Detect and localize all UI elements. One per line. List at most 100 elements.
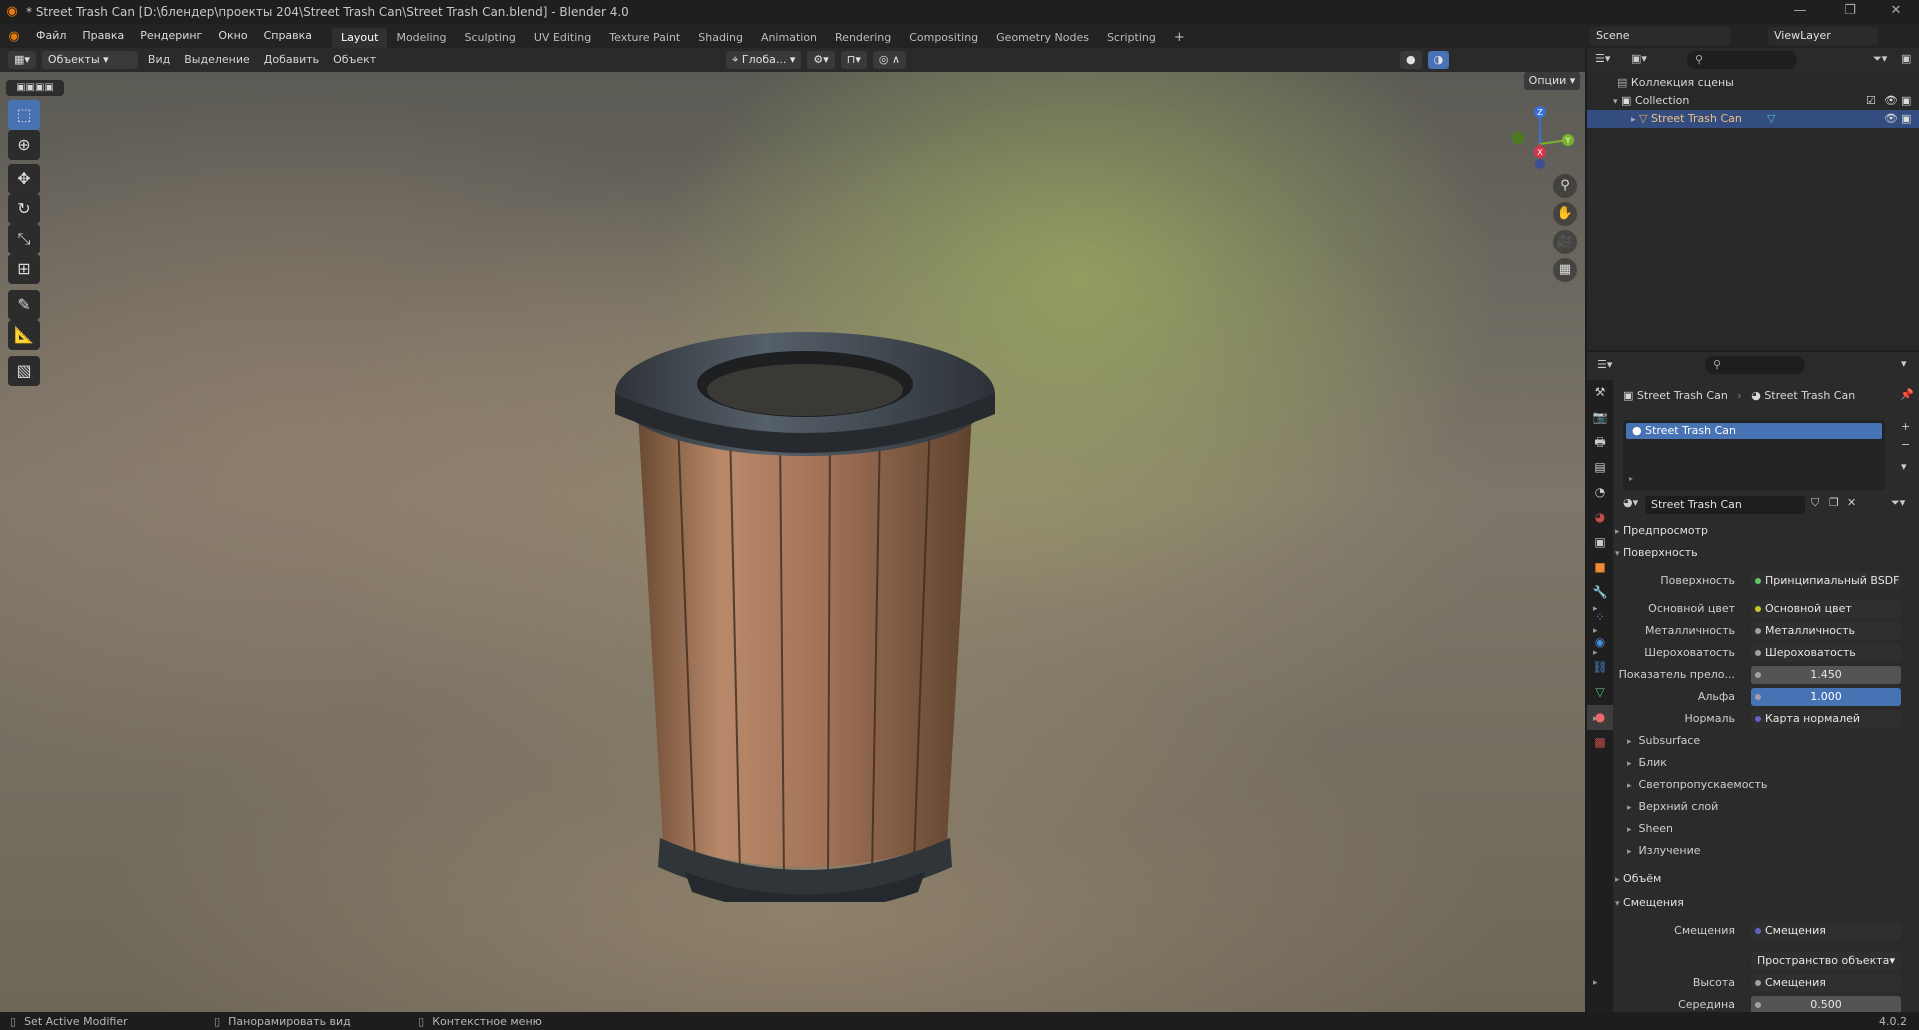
outliner-row-object[interactable]: ▸ ▽ Street Trash Can ▽ 👁 ▣ [1587,110,1919,128]
shading-solid-icon[interactable]: ● [1400,51,1422,69]
perspective-grid-icon[interactable]: ▦ [1553,258,1577,282]
render-camera-icon[interactable]: ▣ [1901,92,1911,110]
tab-animation[interactable]: Animation [752,28,826,48]
subpanel-coat[interactable]: ▸ Верхний слой [1627,798,1718,816]
metallic-field[interactable]: Металличность [1751,622,1901,640]
outliner-row-scene-collection[interactable]: ▤ Коллекция сцены [1587,74,1919,92]
displacement-field[interactable]: Смещения [1751,922,1901,940]
view-layer-tab-icon[interactable]: ▤ [1587,455,1613,480]
expand-arrow-icon[interactable]: ▸ [1593,600,1598,618]
navigation-gizmo[interactable]: Z Y X [1500,100,1580,170]
scale-tool-icon[interactable]: ⤡ [8,224,40,254]
material-slot-item[interactable]: ● Street Trash Can [1626,423,1882,439]
zoom-icon[interactable]: ⚲ [1553,174,1577,198]
3d-viewport[interactable]: ▣▣▣▣ ⬚ ⊕ ✥ ↻ ⤡ ⊞ ✎ 📐 ▧ Опции ▾ Z Y X ⚲ ✋… [0,72,1585,1012]
options-button[interactable]: Опции ▾ [1524,72,1580,90]
base-color-field[interactable]: Основной цвет [1751,600,1901,618]
duplicate-material-icon[interactable]: ❐ [1829,496,1839,509]
subpanel-subsurface[interactable]: ▸ Subsurface [1627,732,1700,750]
fake-user-icon[interactable]: ⛉ [1811,496,1819,510]
panel-displacement-header[interactable]: ▾ Смещения [1615,892,1915,914]
panel-volume-header[interactable]: ▸ Объём [1615,868,1915,890]
world-tab-icon[interactable]: ◕ [1587,505,1613,530]
particles-tab-icon[interactable]: ⁘ [1587,605,1613,630]
panel-preview-header[interactable]: ▸ Предпросмотр [1615,520,1915,542]
visibility-eye-icon[interactable]: 👁 [1884,110,1898,128]
transform-tool-icon[interactable]: ⊞ [8,254,40,284]
maximize-icon[interactable]: ❐ [1830,0,1870,24]
add-workspace-icon[interactable]: + [1165,28,1194,48]
pivot-point-icon[interactable]: ⚙▾ [807,51,835,69]
view-layer-selector[interactable]: ViewLayer [1768,27,1878,45]
tab-modeling[interactable]: Modeling [387,28,455,48]
display-mode-icon[interactable]: ▣▾ [1631,52,1647,65]
subpanel-transmission[interactable]: ▸ Светопропускаемость [1627,776,1767,794]
close-icon[interactable]: ✕ [1876,0,1916,24]
measure-tool-icon[interactable]: 📐 [8,320,40,350]
constraints-tab-icon[interactable]: ⛓ [1587,655,1613,680]
pan-hand-icon[interactable]: ✋ [1553,202,1577,226]
checkbox-icon[interactable]: ☑ [1866,92,1876,110]
tab-compositing[interactable]: Compositing [900,28,987,48]
mesh-data-icon[interactable]: ▽ [1767,110,1775,128]
ior-field[interactable]: 1.450 [1751,666,1901,684]
expand-arrow-icon[interactable]: ▸ [1593,644,1598,662]
properties-search-input[interactable]: ⚲ [1705,356,1805,374]
tab-geometry-nodes[interactable]: Geometry Nodes [987,28,1098,48]
expand-arrow-icon[interactable]: ▾ [1613,97,1618,107]
menu-select[interactable]: Выделение [177,48,257,72]
shading-material-icon[interactable]: ◑ [1427,51,1450,69]
render-camera-icon[interactable]: ▣ [1901,110,1911,128]
normal-field[interactable]: Карта нормалей [1751,710,1901,728]
options-chevron-icon[interactable]: ▾ [1901,357,1907,370]
outliner-search-input[interactable]: ⚲ [1687,51,1797,69]
annotate-tool-icon[interactable]: ✎ [8,290,40,320]
tab-scripting[interactable]: Scripting [1098,28,1165,48]
snap-icon[interactable]: ⊓▾ [840,51,867,69]
editor-type-icon[interactable]: ☰▾ [1597,358,1612,371]
tab-sculpting[interactable]: Sculpting [456,28,525,48]
surface-shader-field[interactable]: Принципиальный BSDF [1751,572,1901,590]
roughness-field[interactable]: Шероховатость [1751,644,1901,662]
physics-tab-icon[interactable]: ◉ [1587,630,1613,655]
cursor-tool-icon[interactable]: ⊕ [8,130,40,160]
move-tool-icon[interactable]: ✥ [8,164,40,194]
material-filter-icon[interactable]: ⏷▾ [1891,496,1905,510]
tab-layout[interactable]: Layout [332,28,388,48]
subpanel-emission[interactable]: ▸ Излучение [1627,842,1701,860]
expand-arrow-icon[interactable]: ▸ [1593,622,1598,640]
expand-arrow-icon[interactable]: ▸ [1593,974,1598,992]
menu-window[interactable]: Окно [210,24,255,48]
material-slot-list[interactable]: ● Street Trash Can ▸ [1623,420,1885,490]
tab-rendering[interactable]: Rendering [826,28,900,48]
scene-tab-icon[interactable]: ◔ [1587,480,1613,505]
output-tab-icon[interactable]: 🖶 [1587,430,1613,455]
expand-arrow-icon[interactable]: ▸ [1593,710,1598,728]
transform-orientation-selector[interactable]: ⌖ Глоба... ▾ [726,51,802,69]
tab-shading[interactable]: Shading [689,28,752,48]
blender-menu-icon[interactable]: ◉ [0,29,28,44]
trash-can-model[interactable] [600,282,1020,902]
tool-tab-icon[interactable]: ⚒ [1587,380,1613,405]
new-collection-icon[interactable]: ▣ [1901,52,1911,65]
menu-render[interactable]: Рендеринг [132,24,210,48]
tab-uv-editing[interactable]: UV Editing [525,28,600,48]
unlink-material-icon[interactable]: ✕ [1847,496,1856,509]
menu-edit[interactable]: Правка [74,24,132,48]
remove-slot-icon[interactable]: − [1901,438,1910,451]
expand-arrow-icon[interactable]: ▸ [1631,115,1636,125]
menu-object[interactable]: Объект [326,48,383,72]
menu-add[interactable]: Добавить [257,48,326,72]
render-tab-icon[interactable]: 📷 [1587,405,1613,430]
minimize-icon[interactable]: — [1780,0,1820,24]
visibility-eye-icon[interactable]: 👁 [1884,92,1898,110]
space-dropdown[interactable]: Пространство объекта ▾ [1751,952,1901,970]
editor-type-icon[interactable]: ▦▾ [8,51,36,69]
alpha-field[interactable]: 1.000 [1751,688,1901,706]
camera-view-icon[interactable]: 🎥 [1553,230,1577,254]
outliner-row-collection[interactable]: ▾ ▣ Collection ☑ 👁 ▣ [1587,92,1919,110]
expand-arrow-icon[interactable]: ▸ [1629,474,1633,483]
menu-view[interactable]: Вид [141,48,177,72]
filter-icon[interactable]: ⏷▾ [1873,52,1887,66]
add-cube-tool-icon[interactable]: ▧ [8,356,40,386]
